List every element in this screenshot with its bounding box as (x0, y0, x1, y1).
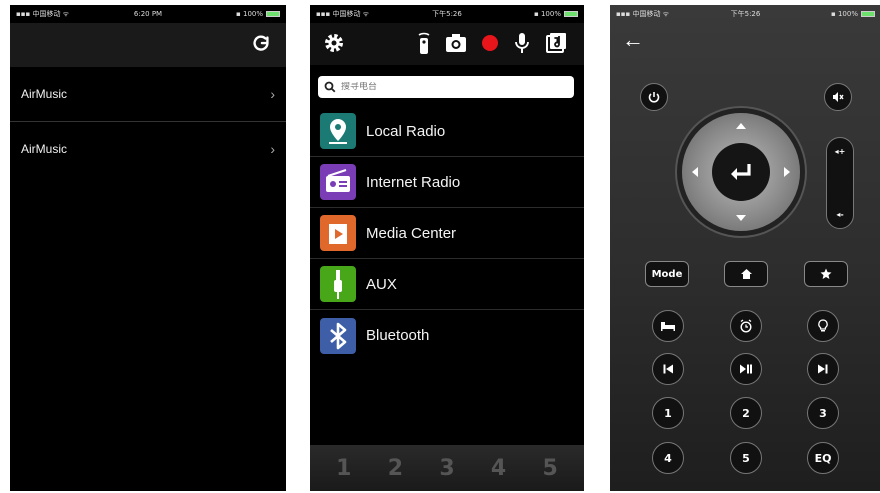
source-menu-screen: ▪▪▪ 中国移动 ᯤ 下午5:26 ▪ 100% 搜寻电台 Local Radi… (310, 5, 584, 491)
menu-item-label: Media Center (366, 224, 457, 242)
favorite-button[interactable] (804, 261, 848, 287)
device-name: AirMusic (21, 142, 68, 156)
sleep-button[interactable] (652, 310, 684, 342)
menu-item-label: Bluetooth (366, 327, 430, 344)
record-icon[interactable] (478, 31, 502, 55)
bed-icon (661, 322, 675, 331)
alarm-button[interactable] (730, 310, 762, 342)
power-icon (648, 92, 660, 103)
right-arrow-icon[interactable] (784, 167, 790, 177)
next-track-icon (818, 364, 828, 374)
enter-icon (731, 164, 751, 180)
device-name: AirMusic (21, 87, 68, 101)
left-arrow-icon[interactable] (692, 167, 698, 177)
star-icon (820, 268, 832, 279)
play-pause-icon (740, 364, 752, 374)
carrier-label: ▪▪▪ 中国移动 ᯤ (16, 10, 70, 18)
mute-icon (833, 92, 844, 102)
battery-label: ▪ 100% (236, 10, 263, 18)
battery-icon (563, 11, 578, 17)
battery-indicator: ▪ 100% (789, 10, 875, 18)
home-button[interactable] (724, 261, 768, 287)
page-button[interactable]: 2 (388, 456, 403, 481)
map-pin-icon (320, 113, 356, 149)
menu-item-media-center[interactable]: Media Center (310, 208, 584, 259)
clock-label: 6:20 PM (133, 10, 163, 18)
page-selector: 1 2 3 4 5 (310, 445, 584, 491)
next-button[interactable] (807, 353, 839, 385)
mode-button[interactable]: Mode (645, 261, 689, 287)
status-bar: ▪▪▪ 中国移动 ᯤ 6:20 PM ▪ 100% (10, 5, 286, 23)
back-arrow-icon[interactable]: ← (622, 29, 644, 51)
status-bar: ▪▪▪ 中国移动 ᯤ 下午5:26 ▪ 100% (610, 5, 880, 23)
previous-track-icon (663, 364, 673, 374)
battery-label: ▪ 100% (831, 10, 858, 18)
battery-icon (266, 11, 280, 17)
camera-icon[interactable] (444, 31, 468, 55)
remote-icon[interactable] (412, 31, 436, 55)
preset-5-button[interactable]: 5 (730, 442, 762, 474)
music-note-icon[interactable] (544, 31, 568, 55)
volume-up-icon[interactable]: ◂+ (827, 147, 853, 156)
menu-item-local-radio[interactable]: Local Radio (310, 106, 584, 157)
remote-control-screen: ▪▪▪ 中国移动 ᯤ 下午5:26 ▪ 100% ← ◂+ ◂- Mode 1 … (610, 5, 880, 491)
device-list-screen: ▪▪▪ 中国移动 ᯤ 6:20 PM ▪ 100% AirMusic › Air… (10, 5, 286, 491)
preset-4-button[interactable]: 4 (652, 442, 684, 474)
radio-icon (320, 164, 356, 200)
chevron-right-icon: › (270, 86, 275, 102)
top-bar (10, 23, 286, 67)
clock-label: 下午5:26 (730, 10, 761, 18)
light-bulb-icon (818, 319, 828, 332)
light-button[interactable] (807, 310, 839, 342)
menu-item-aux[interactable]: AUX (310, 259, 584, 310)
microphone-icon[interactable] (510, 31, 534, 55)
settings-icon[interactable] (322, 31, 346, 55)
audio-jack-icon (320, 266, 356, 302)
device-row[interactable]: AirMusic › (10, 67, 286, 121)
volume-down-icon[interactable]: ◂- (827, 210, 853, 219)
page-button[interactable]: 5 (543, 456, 558, 481)
menu-item-internet-radio[interactable]: Internet Radio (310, 157, 584, 208)
battery-icon (860, 11, 875, 17)
menu-item-bluetooth[interactable]: Bluetooth (310, 310, 584, 361)
power-button[interactable] (640, 83, 668, 111)
previous-button[interactable] (652, 353, 684, 385)
chevron-right-icon: › (270, 141, 275, 157)
menu-item-label: Internet Radio (366, 173, 461, 191)
menu-item-label: AUX (366, 275, 397, 293)
play-icon (320, 215, 356, 251)
bluetooth-icon (320, 317, 356, 354)
direction-pad[interactable] (682, 113, 800, 231)
battery-indicator: ▪ 100% (491, 10, 578, 18)
toolbar (310, 23, 584, 65)
carrier-label: ▪▪▪ 中国移动 ᯤ (616, 10, 670, 18)
refresh-icon[interactable] (250, 33, 272, 55)
preset-3-button[interactable]: 3 (807, 397, 839, 429)
alarm-clock-icon (740, 319, 752, 333)
search-input[interactable] (341, 82, 541, 92)
preset-1-button[interactable]: 1 (652, 397, 684, 429)
search-icon (324, 81, 336, 93)
status-bar: ▪▪▪ 中国移动 ᯤ 下午5:26 ▪ 100% (310, 5, 584, 23)
eq-button[interactable]: EQ (807, 442, 839, 474)
page-button[interactable]: 3 (439, 456, 454, 481)
enter-button[interactable] (712, 143, 770, 201)
page-button[interactable]: 1 (336, 456, 351, 481)
down-arrow-icon[interactable] (736, 215, 746, 221)
device-row[interactable]: AirMusic › (10, 122, 286, 176)
mute-button[interactable] (824, 83, 852, 111)
search-bar[interactable] (318, 76, 574, 98)
clock-label: 下午5:26 (432, 10, 462, 18)
home-icon (740, 269, 752, 279)
volume-rocker[interactable]: ◂+ ◂- (826, 137, 854, 229)
battery-label: ▪ 100% (534, 10, 561, 18)
menu-item-label: Local Radio (366, 122, 446, 140)
battery-indicator: ▪ 100% (192, 10, 280, 18)
carrier-label: ▪▪▪ 中国移动 ᯤ (316, 10, 370, 18)
up-arrow-icon[interactable] (736, 123, 746, 129)
play-pause-button[interactable] (730, 353, 762, 385)
page-button[interactable]: 4 (491, 456, 506, 481)
preset-2-button[interactable]: 2 (730, 397, 762, 429)
